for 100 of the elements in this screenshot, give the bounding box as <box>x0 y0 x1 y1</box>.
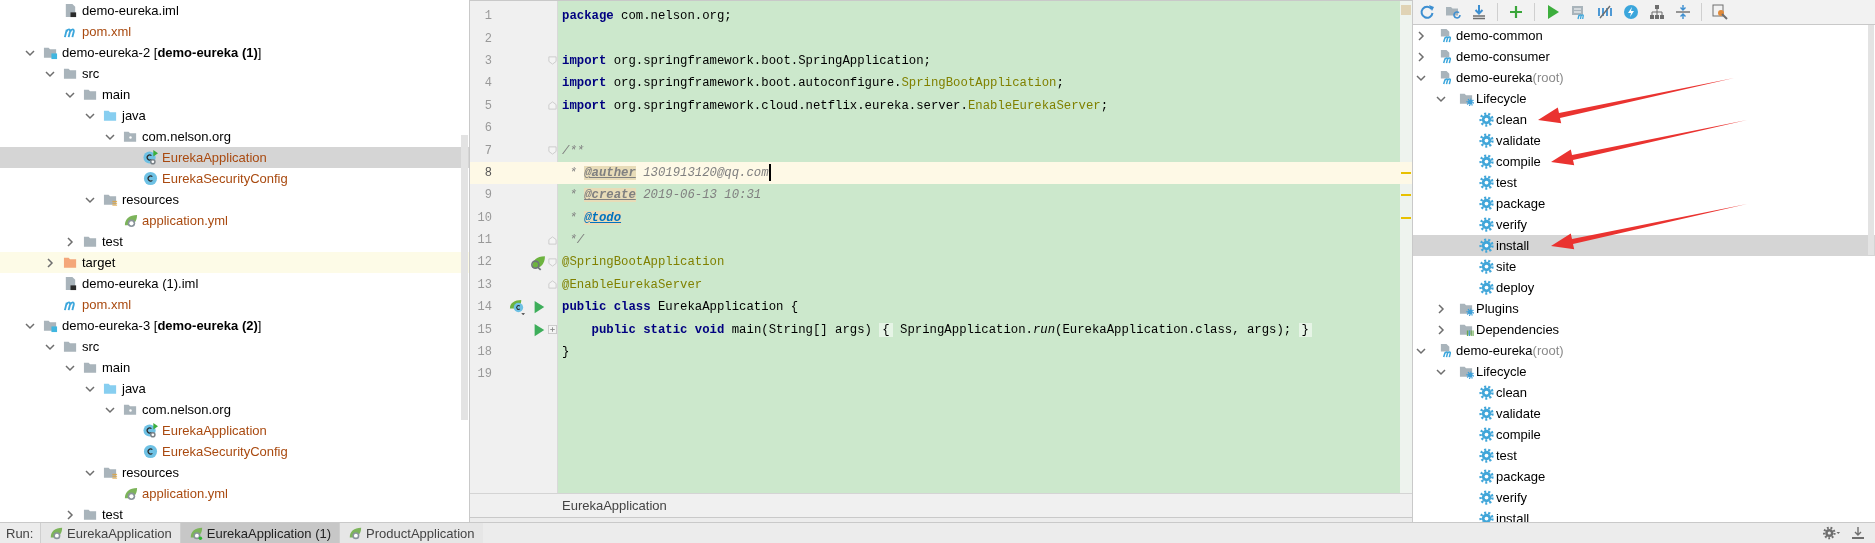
tree-item[interactable]: site <box>1413 256 1875 277</box>
tree-item[interactable]: Lifecycle <box>1413 88 1875 109</box>
collapse-all-icon[interactable] <box>1675 4 1691 20</box>
tree-item[interactable]: compile <box>1413 151 1875 172</box>
line-number: 5 <box>483 98 492 113</box>
code-line: * @create 2019-06-13 10:31 <box>568 188 762 203</box>
tree-item[interactable]: resources <box>0 462 469 483</box>
gear-icon <box>1479 259 1494 274</box>
fold-marker-icon[interactable] <box>547 280 557 290</box>
tree-item[interactable]: demo-eureka.iml <box>0 0 469 21</box>
tree-item[interactable]: EurekaApplication <box>0 420 469 441</box>
breadcrumb[interactable]: EurekaApplication <box>562 498 667 513</box>
spring-bean-icon[interactable] <box>529 254 546 271</box>
tree-item[interactable]: java <box>0 378 469 399</box>
tree-item[interactable]: package <box>1413 466 1875 487</box>
fold-marker-icon[interactable] <box>547 101 557 111</box>
run-icon[interactable] <box>532 322 546 337</box>
tree-item[interactable]: verify <box>1413 487 1875 508</box>
gear-icon <box>1479 406 1494 421</box>
gear-icon <box>1479 175 1494 190</box>
expand-fold-icon[interactable] <box>547 325 557 335</box>
spring-class-icon[interactable] <box>509 298 526 316</box>
tree-item[interactable]: com.nelson.org <box>0 399 469 420</box>
toggle-offline-icon[interactable] <box>1597 4 1613 20</box>
tree-item[interactable]: test <box>0 231 469 252</box>
code-line: @SpringBootApplication <box>562 255 725 270</box>
tree-item[interactable]: EurekaSecurityConfig <box>0 168 469 189</box>
code-line: * @auther 1301913120@qq.com <box>568 165 769 180</box>
tree-item[interactable]: demo-eureka(root) <box>1413 340 1875 361</box>
scrollbar-thumb[interactable] <box>461 135 468 420</box>
spring-leaf-icon <box>123 486 138 501</box>
tree-item[interactable]: pom.xml <box>0 21 469 42</box>
code-line: /** <box>562 143 585 158</box>
tree-item[interactable]: target <box>0 252 469 273</box>
tree-item[interactable]: validate <box>1413 130 1875 151</box>
tree-item[interactable]: test <box>0 504 469 522</box>
maven-file-icon <box>1439 70 1454 85</box>
line-number: 7 <box>483 143 492 158</box>
tree-item[interactable]: application.yml <box>0 210 469 231</box>
resources-folder-icon <box>103 192 118 207</box>
fold-marker-icon[interactable] <box>547 235 557 245</box>
tree-item[interactable]: java <box>0 105 469 126</box>
run-tab[interactable]: EurekaApplication <box>40 523 180 543</box>
gear-icon <box>1479 280 1494 295</box>
code-line: import org.springframework.boot.SpringApplication; <box>562 53 931 68</box>
tree-item[interactable]: main <box>0 84 469 105</box>
gear-icon <box>1479 238 1494 253</box>
refresh-icon[interactable] <box>1419 4 1435 20</box>
settings-icon[interactable] <box>1712 4 1728 20</box>
file-icon <box>63 3 78 18</box>
tree-item[interactable]: com.nelson.org <box>0 126 469 147</box>
tree-item[interactable]: Dependencies <box>1413 319 1875 340</box>
tree-item[interactable]: clean <box>1413 382 1875 403</box>
tree-item[interactable]: clean <box>1413 109 1875 130</box>
tree-item[interactable]: demo-eureka(root) <box>1413 67 1875 88</box>
tree-item[interactable]: EurekaApplication <box>0 147 469 168</box>
hierarchy-icon[interactable] <box>1649 4 1665 20</box>
module-folder-icon <box>43 45 58 60</box>
module-folder-icon <box>43 318 58 333</box>
tree-item[interactable]: Plugins <box>1413 298 1875 319</box>
tree-item[interactable]: validate <box>1413 403 1875 424</box>
tree-item[interactable]: package <box>1413 193 1875 214</box>
tree-item[interactable]: demo-eureka-2 [demo-eureka (1)] <box>0 42 469 63</box>
gear-icon <box>1479 469 1494 484</box>
folder-refresh-icon[interactable] <box>1445 4 1461 20</box>
tree-item[interactable]: src <box>0 63 469 84</box>
tree-item[interactable]: EurekaSecurityConfig <box>0 441 469 462</box>
lightning-icon[interactable] <box>1623 4 1639 20</box>
tree-item[interactable]: compile <box>1413 424 1875 445</box>
fold-marker-icon[interactable] <box>547 56 557 66</box>
scrollbar-thumb[interactable] <box>1868 25 1874 255</box>
line-number: 4 <box>483 76 492 91</box>
settings-icon[interactable] <box>1823 525 1841 541</box>
tree-item[interactable]: demo-eureka (1).iml <box>0 273 469 294</box>
run-tab[interactable]: ProductApplication <box>339 523 483 543</box>
code-line: @EnableEurekaServer <box>562 277 703 292</box>
tree-item[interactable]: resources <box>0 189 469 210</box>
tree-item[interactable]: demo-eureka-3 [demo-eureka (2)] <box>0 315 469 336</box>
download-icon[interactable] <box>1471 4 1487 20</box>
execute-goal-icon[interactable] <box>1571 4 1587 20</box>
add-icon[interactable] <box>1508 4 1524 20</box>
run-icon[interactable] <box>532 300 546 315</box>
tree-item[interactable]: pom.xml <box>0 294 469 315</box>
tree-item[interactable]: verify <box>1413 214 1875 235</box>
hide-icon[interactable] <box>1849 525 1867 541</box>
fold-marker-icon[interactable] <box>547 146 557 156</box>
run-tab[interactable]: EurekaApplication (1) <box>179 523 340 543</box>
tree-item[interactable]: test <box>1413 172 1875 193</box>
tree-item[interactable]: test <box>1413 445 1875 466</box>
tree-item[interactable]: main <box>0 357 469 378</box>
tree-item[interactable]: demo-common <box>1413 25 1875 46</box>
tree-item[interactable]: deploy <box>1413 277 1875 298</box>
tree-item[interactable]: src <box>0 336 469 357</box>
tree-item[interactable]: Lifecycle <box>1413 361 1875 382</box>
tree-item[interactable]: application.yml <box>0 483 469 504</box>
code-line: import org.springframework.cloud.netflix.eureka.server.EnableEurekaServer; <box>562 98 1109 113</box>
tree-item[interactable]: demo-consumer <box>1413 46 1875 67</box>
run-icon[interactable] <box>1545 4 1561 20</box>
fold-marker-icon[interactable] <box>547 258 557 267</box>
tree-item[interactable]: install <box>1413 235 1875 256</box>
